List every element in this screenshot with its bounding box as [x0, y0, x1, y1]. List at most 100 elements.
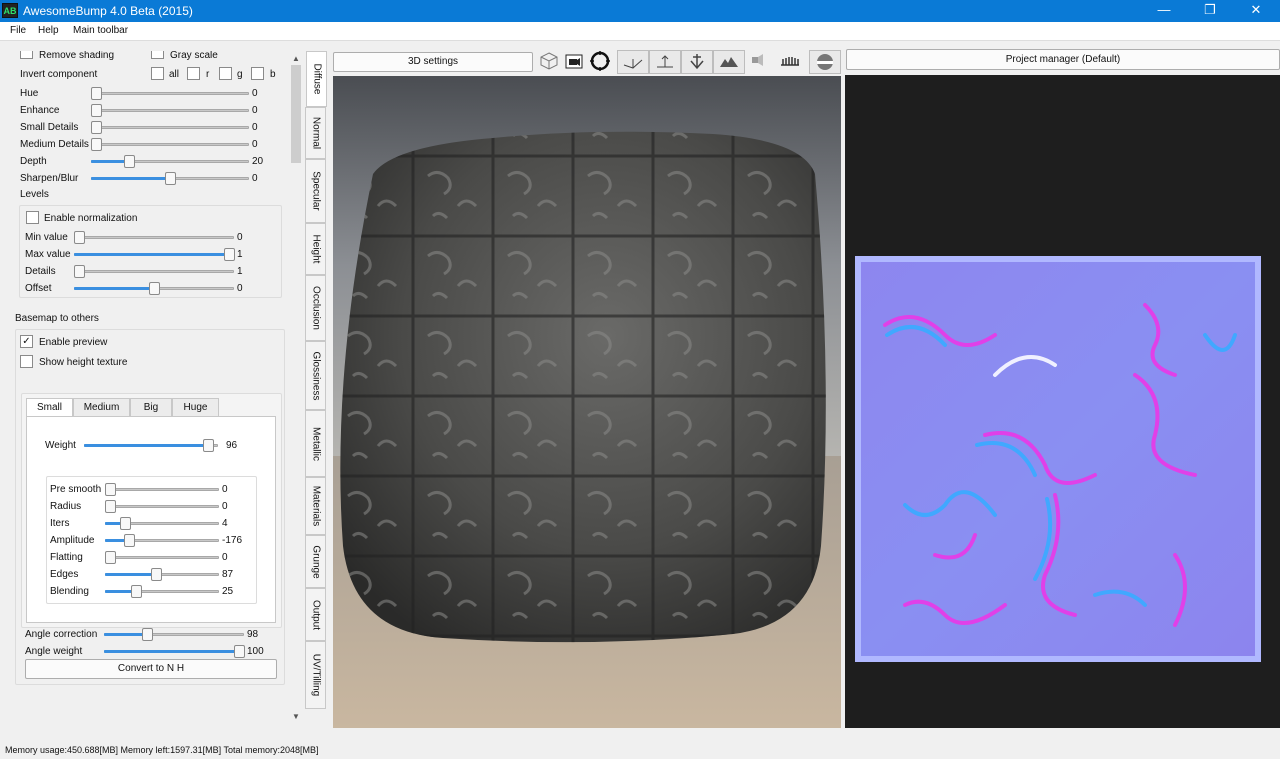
max-value-label: Max value — [25, 249, 71, 260]
weight-slider[interactable] — [84, 439, 218, 452]
tab-occlusion[interactable]: Occlusion — [305, 275, 326, 341]
iters-slider[interactable] — [105, 517, 219, 530]
tab-grunge[interactable]: Grunge — [305, 535, 326, 588]
tab-output-label: Output — [310, 599, 321, 630]
mountain-icon[interactable] — [713, 50, 745, 74]
show-height-checkbox[interactable] — [20, 355, 33, 368]
hue-slider-handle[interactable] — [91, 87, 102, 100]
depth-slider[interactable] — [91, 155, 249, 168]
project-manager-button[interactable]: Project manager (Default) — [846, 49, 1280, 70]
texture-preview[interactable] — [845, 75, 1280, 728]
edges-slider[interactable] — [105, 568, 219, 581]
flatting-slider[interactable] — [105, 551, 219, 564]
remove-shading-checkbox[interactable] — [20, 51, 33, 59]
medium-details-slider[interactable] — [91, 138, 249, 151]
min-value-slider[interactable] — [74, 231, 234, 244]
radius-slider[interactable] — [105, 500, 219, 513]
tab-specular[interactable]: Specular — [305, 159, 326, 223]
blending-slider[interactable] — [105, 585, 219, 598]
min-value-slider-handle[interactable] — [74, 231, 85, 244]
amplitude-slider[interactable] — [105, 534, 219, 547]
iters-slider-handle[interactable] — [120, 517, 131, 530]
tab-huge[interactable]: Huge — [172, 398, 219, 417]
basemap-label: Basemap to others — [15, 313, 99, 324]
comb-icon[interactable] — [777, 50, 803, 74]
radius-label: Radius — [50, 501, 82, 512]
normal-icon[interactable] — [617, 50, 649, 74]
scroll-down-icon[interactable]: ▼ — [292, 712, 300, 721]
menu-main-toolbar[interactable]: Main toolbar — [73, 25, 128, 36]
panel-scrollbar[interactable]: ▲ ▼ — [289, 51, 303, 726]
scroll-up-icon[interactable]: ▲ — [292, 54, 300, 63]
angle-correction-slider-handle[interactable] — [142, 628, 153, 641]
cube-icon[interactable] — [537, 50, 561, 74]
tab-normal[interactable]: Normal — [305, 107, 326, 159]
tab-output[interactable]: Output — [305, 588, 326, 641]
invert-g-checkbox[interactable] — [219, 67, 232, 80]
depth-slider-handle[interactable] — [124, 155, 135, 168]
enhance-slider[interactable] — [91, 104, 249, 117]
offset-slider[interactable] — [74, 282, 234, 295]
amplitude-slider-handle[interactable] — [124, 534, 135, 547]
tab-diffuse[interactable]: Diffuse — [306, 51, 327, 107]
offset-slider-handle[interactable] — [149, 282, 160, 295]
target-icon[interactable] — [588, 50, 612, 74]
tab-medium[interactable]: Medium — [73, 398, 130, 417]
hue-label: Hue — [20, 88, 39, 99]
flatting-slider-handle[interactable] — [105, 551, 116, 564]
tab-height[interactable]: Height — [305, 223, 326, 275]
scroll-thumb[interactable] — [291, 65, 301, 163]
minimize-button[interactable]: — — [1141, 0, 1187, 22]
small-details-slider-handle[interactable] — [91, 121, 102, 134]
sharpen-blur-slider[interactable] — [91, 172, 249, 185]
anchor-icon[interactable] — [681, 50, 713, 74]
invert-r-checkbox[interactable] — [187, 67, 200, 80]
pre-smooth-slider[interactable] — [105, 483, 219, 496]
tab-glossiness[interactable]: Glossiness — [305, 341, 326, 410]
max-value-slider[interactable] — [74, 248, 235, 261]
menu-file[interactable]: File — [10, 25, 26, 36]
pre-smooth-slider-track — [105, 488, 219, 491]
tab-uv-tilling[interactable]: UV/Tilling — [305, 641, 326, 709]
menu-help[interactable]: Help — [38, 25, 59, 36]
angle-weight-slider-handle[interactable] — [234, 645, 245, 658]
sphere-icon[interactable] — [809, 50, 841, 74]
up-arrow-icon[interactable] — [649, 50, 681, 74]
3d-settings-button[interactable]: 3D settings — [333, 52, 533, 72]
angle-correction-slider[interactable] — [104, 628, 244, 641]
radius-slider-handle[interactable] — [105, 500, 116, 513]
tab-materials[interactable]: Materials — [305, 477, 326, 535]
tab-big[interactable]: Big — [130, 398, 172, 417]
max-value-slider-handle[interactable] — [224, 248, 235, 261]
small-details-value: 0 — [252, 122, 258, 133]
speaker-icon[interactable] — [747, 50, 773, 74]
weight-label: Weight — [45, 440, 76, 451]
angle-weight-slider[interactable] — [104, 645, 245, 658]
hue-slider[interactable] — [91, 87, 249, 100]
invert-all-label: all — [169, 69, 180, 80]
maximize-button[interactable]: ❐ — [1187, 0, 1233, 22]
sharpen-blur-slider-handle[interactable] — [165, 172, 176, 185]
invert-component-label: Invert component — [20, 69, 98, 80]
weight-slider-handle[interactable] — [203, 439, 214, 452]
3d-viewport[interactable] — [333, 76, 841, 728]
sharpen-blur-value: 0 — [252, 173, 258, 184]
details-slider[interactable] — [74, 265, 234, 278]
enhance-slider-handle[interactable] — [91, 104, 102, 117]
enable-preview-checkbox[interactable]: ✓ — [20, 335, 33, 348]
invert-b-checkbox[interactable] — [251, 67, 264, 80]
medium-details-slider-handle[interactable] — [91, 138, 102, 151]
enable-normalization-checkbox[interactable] — [26, 211, 39, 224]
details-slider-handle[interactable] — [74, 265, 85, 278]
gray-scale-checkbox[interactable] — [151, 51, 164, 59]
pre-smooth-slider-handle[interactable] — [105, 483, 116, 496]
convert-button[interactable]: Convert to N H — [25, 659, 277, 679]
tab-metallic[interactable]: Metallic — [305, 410, 326, 477]
close-button[interactable]: ✕ — [1233, 0, 1279, 22]
small-details-slider[interactable] — [91, 121, 249, 134]
invert-all-checkbox[interactable] — [151, 67, 164, 80]
camera-icon[interactable] — [563, 50, 585, 74]
edges-slider-handle[interactable] — [151, 568, 162, 581]
blending-slider-handle[interactable] — [131, 585, 142, 598]
tab-small[interactable]: Small — [26, 398, 73, 417]
